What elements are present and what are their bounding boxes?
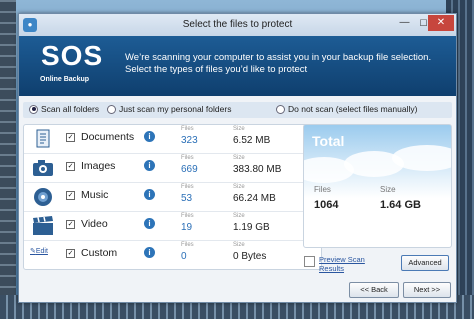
cloud-decoration [304,157,354,183]
radio-scan-all[interactable]: Scan all folders [29,104,99,114]
list-item: ✓ Documents i Files 323 Size 6.52 MB [24,125,321,153]
scan-options-bar: Scan all folders Just scan my personal f… [23,102,452,118]
title-bar[interactable]: ● Select the files to protect — ☐ ✕ [19,14,456,36]
size-label: Size [233,242,245,248]
category-name: Images [81,160,116,172]
total-size-label: Size [380,185,396,194]
logo-subtitle: Online Backup [40,76,90,83]
info-icon[interactable]: i [144,218,155,229]
total-files-label: Files [314,185,331,194]
cloud-decoration [392,145,451,171]
list-item: ✓ Music i Files 53 Size 66.24 MB [24,183,321,211]
info-icon[interactable]: i [144,247,155,258]
preview-label: Preview Scan Results [319,255,365,273]
size-value: 0 Bytes [233,251,267,262]
video-checkbox[interactable]: ✓ [66,220,75,229]
disc-icon [34,188,52,206]
total-panel: Total Files 1064 Size 1.64 GB [303,124,452,248]
list-item: ✓ Video i Files 19 Size 1.19 GB [24,212,321,240]
close-button[interactable]: ✕ [428,15,454,31]
size-value: 1.19 GB [233,222,270,233]
preview-scan-link[interactable]: Preview Scan Results [304,255,379,273]
edit-label: Edit [35,248,48,255]
clapperboard-icon [33,216,53,235]
logo: SOS [41,40,104,71]
total-title: Total [312,133,345,149]
edit-link[interactable]: ✎Edit [30,247,48,255]
advanced-button[interactable]: Advanced [401,255,449,271]
list-item: ✎Edit ✓ Custom i Files 0 Size 0 Bytes [24,241,321,269]
info-icon[interactable]: i [144,189,155,200]
list-item: ✓ Images i Files 669 Size 383.80 MB [24,154,321,182]
files-label: Files [181,184,194,190]
files-label: Files [181,155,194,161]
total-files-value: 1064 [314,199,339,211]
documents-checkbox[interactable]: ✓ [66,133,75,142]
total-size-value: 1.64 GB [380,199,421,211]
radio-label: Do not scan (select files manually) [288,104,418,114]
back-button[interactable]: << Back [349,282,399,298]
radio-label: Just scan my personal folders [119,104,232,114]
window-title: Select the files to protect [182,19,293,30]
radio-do-not-scan[interactable]: Do not scan (select files manually) [276,104,417,114]
info-icon[interactable]: i [144,131,155,142]
camera-icon [33,160,53,176]
intro-line-1: We’re scanning your computer to assist y… [125,52,432,63]
document-icon [36,129,50,148]
info-icon[interactable]: i [144,160,155,171]
dialog-window: ● Select the files to protect — ☐ ✕ SOS … [18,13,457,303]
size-value: 66.24 MB [233,193,276,204]
size-value: 6.52 MB [233,135,271,146]
category-name: Music [81,189,109,201]
size-label: Size [233,184,245,190]
radio-personal-folders[interactable]: Just scan my personal folders [107,104,231,114]
files-label: Files [181,242,194,248]
preview-icon [304,256,315,267]
next-button[interactable]: Next >> [403,282,451,298]
files-count: 53 [181,193,193,204]
background-building-left [0,0,16,319]
radio-selected-icon [29,104,38,114]
size-value: 383.80 MB [233,164,282,175]
custom-checkbox[interactable]: ✓ [66,249,75,258]
size-label: Size [233,213,245,219]
category-name: Video [81,218,108,230]
category-name: Documents [81,131,135,143]
size-label: Size [233,126,245,132]
header-banner: SOS Online Backup We’re scanning your co… [19,36,456,96]
radio-icon [276,104,285,114]
music-checkbox[interactable]: ✓ [66,191,75,200]
files-label: Files [181,213,194,219]
files-count: 19 [181,222,193,233]
category-name: Custom [81,247,118,259]
files-count: 669 [181,164,198,175]
files-count: 323 [181,135,198,146]
images-checkbox[interactable]: ✓ [66,162,75,171]
files-label: Files [181,126,194,132]
intro-line-2: Select the types of files you’d like to … [125,64,308,75]
files-count: 0 [181,251,187,262]
radio-icon [107,104,116,114]
radio-label: Scan all folders [41,104,100,114]
size-label: Size [233,155,245,161]
file-types-panel: ✓ Documents i Files 323 Size 6.52 MB ✓ I… [23,124,322,270]
